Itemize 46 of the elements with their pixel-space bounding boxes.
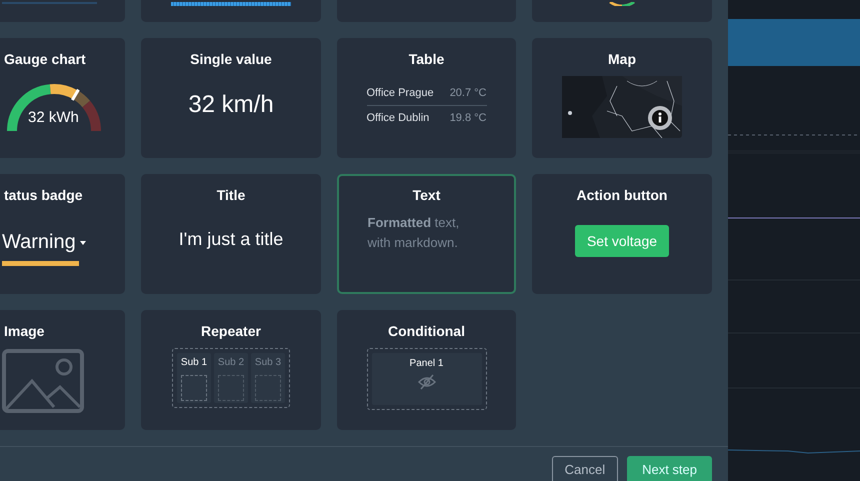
image-placeholder-icon xyxy=(2,349,84,413)
widget-card[interactable]: Single value 32 km/h xyxy=(141,38,321,158)
sub-slot xyxy=(255,375,281,401)
table-cell: Office Dublin xyxy=(366,112,430,124)
sub-slot xyxy=(218,375,244,401)
widget-title: Table xyxy=(408,51,444,67)
widget-title: Title xyxy=(216,187,246,203)
widget-title: tatus badge xyxy=(4,187,83,203)
sub-label: Sub 1 xyxy=(180,357,208,368)
widget-card[interactable]: Repeater Sub 1 Sub 2 Sub 3 xyxy=(141,310,321,430)
sub-label: Sub 3 xyxy=(254,357,282,368)
widget-title: Image xyxy=(4,323,44,339)
widget-card[interactable]: tatus badge Warning xyxy=(0,174,125,294)
panel-label: Panel 1 xyxy=(410,358,444,369)
sub-panel[interactable]: Sub 1 xyxy=(177,353,211,403)
title-text: I'm just a title xyxy=(178,229,284,250)
gauge-value: 32 kWh xyxy=(28,109,79,126)
widget-title: Single value xyxy=(190,51,272,67)
status-value: Warning xyxy=(2,231,76,254)
widget-title: Conditional xyxy=(388,323,465,339)
widget-card[interactable]: Action button Set voltage xyxy=(532,174,712,294)
single-value: 32 km/h xyxy=(188,91,274,119)
widget-title: Repeater xyxy=(201,323,261,339)
caret-icon[interactable] xyxy=(80,240,86,244)
widget-title: Text xyxy=(412,187,440,203)
widget-title: Map xyxy=(608,51,636,67)
info-icon[interactable] xyxy=(648,106,672,130)
sub-label: Sub 2 xyxy=(218,357,244,368)
widget-title: Gauge chart xyxy=(4,51,86,67)
widget-card[interactable]: Image xyxy=(0,310,125,430)
table-cell: 19.8 °C xyxy=(450,112,486,124)
widget-card[interactable]: Gauge chart 32 kWh xyxy=(0,38,125,158)
widget-title: Action button xyxy=(576,187,668,203)
progress-preview-icon xyxy=(171,2,291,6)
widget-card[interactable] xyxy=(141,0,321,22)
widget-card[interactable]: Title I'm just a title xyxy=(141,174,321,294)
hidden-eye-icon xyxy=(418,374,436,390)
widget-card[interactable]: Conditional Panel 1 xyxy=(337,310,516,430)
widget-card[interactable]: Map xyxy=(532,38,712,158)
widget-card[interactable]: Table Office Prague 20.7 °C Office Dublin 19.8 °C xyxy=(337,38,516,158)
table-cell: Office Prague xyxy=(366,87,434,99)
sub-slot xyxy=(181,375,207,401)
formatted-text: Formatted text, with markdown. xyxy=(368,214,460,252)
table-cell: 20.7 °C xyxy=(450,87,486,99)
footer-button[interactable]: Cancel xyxy=(552,456,618,481)
widget-card[interactable]: Text Formatted text, with markdown. xyxy=(337,174,516,294)
